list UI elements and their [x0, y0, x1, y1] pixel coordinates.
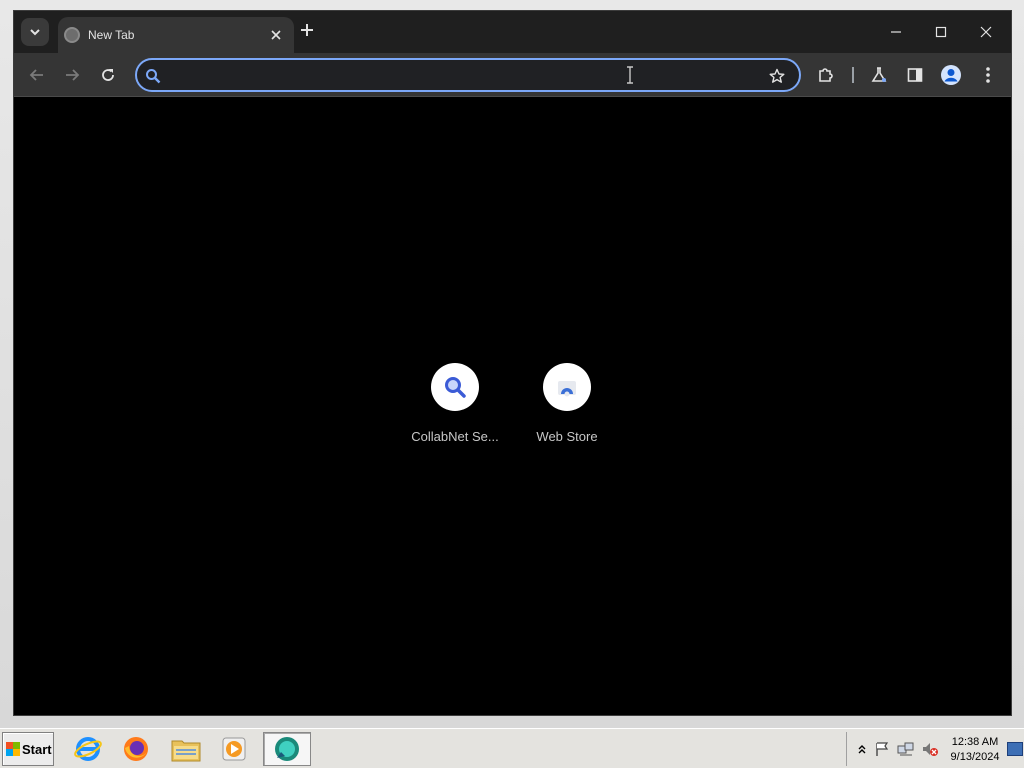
media-player-icon[interactable] [214, 732, 254, 766]
avatar-icon [941, 65, 961, 85]
title-bar: New Tab [14, 11, 1011, 53]
start-label: Start [22, 741, 52, 757]
chevron-down-icon [30, 29, 40, 36]
close-icon[interactable] [266, 25, 286, 45]
bookmark-star-icon[interactable] [767, 66, 787, 86]
clock[interactable]: 12:38 AM 9/13/2024 [945, 735, 1005, 765]
reload-button[interactable] [94, 61, 122, 89]
profile-button[interactable] [939, 63, 963, 87]
plus-icon [301, 24, 313, 36]
windows-logo-icon [6, 742, 20, 756]
shortcut-icon-circle [431, 363, 479, 411]
search-icon [143, 66, 163, 86]
search-icon [445, 377, 466, 398]
address-bar[interactable] [135, 58, 801, 92]
close-icon [980, 26, 992, 38]
shortcut-icon-circle [543, 363, 591, 411]
maximize-button[interactable] [919, 17, 963, 47]
flask-icon [871, 67, 887, 82]
toolbar-divider [852, 67, 854, 83]
arrow-right-icon [66, 69, 80, 81]
address-input[interactable] [169, 64, 749, 88]
side-panel-button[interactable] [903, 63, 927, 87]
tab-search-button[interactable] [21, 18, 49, 46]
show-desktop-icon[interactable] [1007, 742, 1023, 756]
shortcut-tile[interactable]: Web Store [511, 363, 623, 453]
side-panel-icon [907, 68, 923, 82]
new-tab-page: CollabNet Se... Web Store [14, 98, 1011, 715]
reload-icon [102, 69, 114, 81]
web-store-icon [558, 381, 576, 397]
clock-time: 12:38 AM [951, 736, 999, 748]
shortcut-label: Web Store [536, 429, 598, 444]
volume-muted-icon[interactable] [921, 740, 939, 758]
network-icon[interactable] [897, 740, 915, 758]
active-app-icon[interactable] [263, 732, 311, 766]
tab-title: New Tab [88, 28, 135, 42]
folder-icon[interactable] [166, 732, 206, 766]
shortcut-tile[interactable]: CollabNet Se... [399, 363, 511, 453]
clock-date: 9/13/2024 [950, 751, 1000, 763]
shortcut-label: CollabNet Se... [411, 429, 499, 444]
globe-icon [64, 27, 80, 43]
close-window-button[interactable] [964, 17, 1008, 47]
minimize-button[interactable] [874, 17, 918, 47]
puzzle-icon [819, 68, 833, 82]
system-tray: 12:38 AM 9/13/2024 [846, 732, 1024, 766]
toolbar [14, 53, 1011, 97]
kebab-menu-icon [986, 67, 990, 83]
browser-window: New Tab CollabNet Se... Web Store [13, 10, 1012, 716]
firefox-icon[interactable] [116, 732, 156, 766]
forward-button[interactable] [58, 61, 86, 89]
internet-explorer-icon[interactable] [68, 732, 108, 766]
maximize-icon [935, 26, 947, 38]
taskbar: Start 12:38 AM 9/13/2024 [0, 728, 1024, 768]
menu-button[interactable] [976, 63, 1000, 87]
minimize-icon [891, 31, 901, 33]
text-cursor-icon [627, 66, 633, 84]
flag-icon[interactable] [873, 740, 891, 758]
tab-new-tab[interactable]: New Tab [58, 17, 294, 53]
labs-button[interactable] [867, 63, 891, 87]
new-tab-button[interactable] [296, 21, 318, 43]
arrow-left-icon [29, 69, 43, 81]
chevron-up-icon[interactable] [853, 740, 871, 758]
start-button[interactable]: Start [2, 732, 54, 766]
back-button[interactable] [23, 61, 51, 89]
extensions-button[interactable] [814, 63, 838, 87]
